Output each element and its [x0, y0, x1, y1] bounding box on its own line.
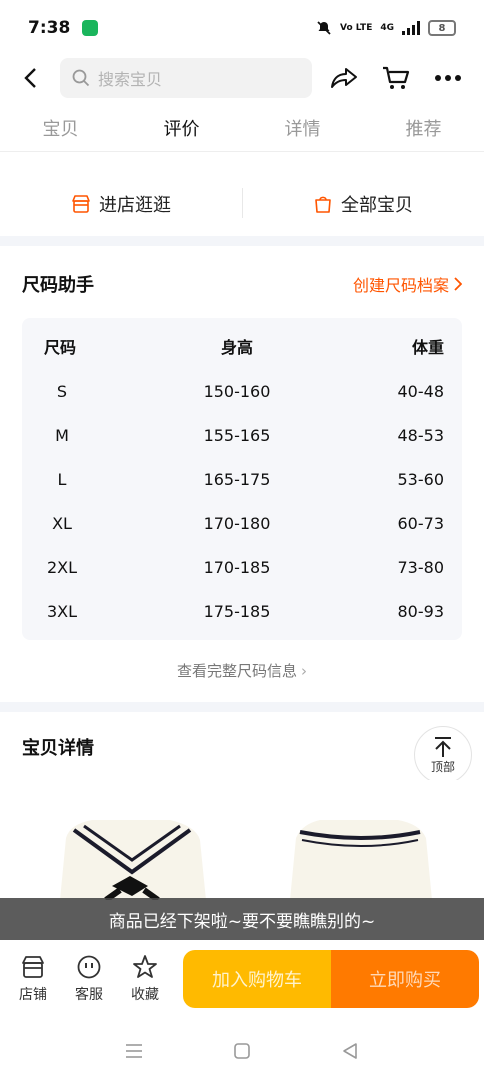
full-size-info-label: 查看完整尺码信息: [176, 662, 297, 680]
create-size-profile-label: 创建尺码档案: [352, 276, 449, 295]
cell-size: XL: [52, 514, 72, 533]
status-bar: 7:38 Vo LTE 4G 8: [0, 0, 484, 56]
search-icon: [72, 69, 90, 87]
network-label: 4G: [380, 23, 394, 33]
cell-height: 175-185: [203, 602, 271, 621]
cell-weight: 48-53: [397, 426, 445, 445]
cell-size: 2XL: [46, 558, 78, 577]
app-notification-icon: [82, 20, 99, 36]
cell-weight: 73-80: [397, 558, 445, 577]
cell-height: 155-165: [203, 426, 271, 445]
cell-size: L: [57, 470, 67, 489]
table-row: 3XL 175-185 80-93: [22, 590, 462, 634]
cell-weight: 80-93: [397, 602, 445, 621]
size-table: 尺码 身高 体重 S 150-160 40-48 M 155-165 48-53…: [22, 318, 462, 640]
battery-icon: 8: [428, 20, 456, 36]
table-row: XL 170-180 60-73: [22, 502, 462, 546]
status-time: 7:38: [28, 18, 71, 38]
full-size-info-link[interactable]: 查看完整尺码信息 ›: [0, 660, 484, 681]
favorite-button[interactable]: 收藏: [117, 954, 173, 1004]
table-row: M 155-165 48-53: [22, 414, 462, 458]
tab-bar: 宝贝 评价 详情 推荐: [0, 108, 484, 152]
menu-icon[interactable]: [125, 1043, 143, 1059]
cell-weight: 40-48: [397, 382, 445, 401]
battery-level: 8: [438, 22, 446, 34]
product-photo: [60, 820, 432, 900]
shopping-bag-icon: [315, 196, 331, 213]
tab-item[interactable]: 宝贝: [0, 108, 121, 151]
search-input[interactable]: 搜索宝贝: [60, 58, 312, 98]
cell-height: 170-180: [203, 514, 271, 533]
cell-size: M: [55, 426, 69, 445]
tab-recommend[interactable]: 推荐: [363, 108, 484, 151]
back-to-top-button[interactable]: 顶部: [414, 726, 472, 784]
visit-store-label: 进店逛逛: [99, 195, 171, 216]
store-icon: [22, 956, 44, 978]
chevron-right-icon: [454, 277, 462, 291]
cell-height: 170-185: [203, 558, 271, 577]
store-icon: [72, 195, 90, 213]
search-placeholder: 搜索宝贝: [98, 70, 163, 89]
back-arrow-icon: [24, 68, 36, 88]
cart-icon[interactable]: [382, 65, 410, 91]
cell-size: 3XL: [46, 602, 78, 621]
store-button[interactable]: 店铺: [5, 954, 61, 1004]
favorite-label: 收藏: [131, 987, 159, 1003]
cell-weight: 53-60: [397, 470, 445, 489]
customer-service-button[interactable]: 客服: [61, 954, 117, 1004]
all-items-label: 全部宝贝: [341, 195, 413, 216]
back-triangle-icon[interactable]: [341, 1042, 359, 1060]
arrow-up-icon: [435, 736, 451, 757]
buy-now-button[interactable]: 立即购买: [331, 950, 479, 1008]
toast-message: 商品已经下架啦~要不要瞧瞧别的~: [0, 898, 484, 940]
more-icon[interactable]: [434, 74, 462, 82]
section-divider: [0, 702, 484, 712]
cell-size: S: [56, 382, 68, 401]
cell-weight: 60-73: [397, 514, 445, 533]
cell-height: 150-160: [203, 382, 271, 401]
header-size: 尺码: [44, 338, 77, 357]
visit-store-button[interactable]: 进店逛逛: [0, 172, 242, 236]
table-row: 2XL 170-185 73-80: [22, 546, 462, 590]
top-bar: 搜索宝贝: [0, 56, 484, 100]
create-size-profile-link[interactable]: 创建尺码档案: [353, 272, 462, 296]
detail-title: 宝贝详情: [22, 738, 94, 759]
purchase-buttons: 加入购物车 立即购买: [183, 950, 479, 1008]
section-divider: [0, 236, 484, 246]
shop-row: 进店逛逛 全部宝贝: [0, 172, 484, 236]
share-icon[interactable]: [330, 66, 358, 90]
product-image: [0, 780, 484, 900]
status-indicators: Vo LTE 4G 8: [316, 20, 456, 36]
volte-label: Vo LTE: [340, 23, 373, 33]
header-height: 身高: [220, 338, 253, 357]
header-weight: 体重: [411, 338, 444, 357]
mute-bell-icon: [317, 21, 331, 35]
add-to-cart-button[interactable]: 加入购物车: [183, 950, 331, 1008]
size-table-header: 尺码 身高 体重: [22, 326, 462, 370]
table-row: S 150-160 40-48: [22, 370, 462, 414]
size-helper-header: 尺码助手 创建尺码档案: [22, 262, 462, 306]
size-helper-title: 尺码助手: [22, 275, 94, 296]
star-icon: [133, 955, 157, 978]
store-label: 店铺: [19, 987, 47, 1003]
tab-reviews[interactable]: 评价: [121, 108, 242, 151]
signal-icon: [402, 21, 420, 35]
bottom-action-bar: 店铺 客服 收藏 加入购物车 立即购买: [0, 940, 484, 1018]
tab-details[interactable]: 详情: [242, 108, 363, 151]
back-to-top-label: 顶部: [430, 759, 455, 774]
customer-service-label: 客服: [75, 987, 103, 1003]
back-button[interactable]: [0, 56, 60, 100]
system-nav-bar: [0, 1022, 484, 1080]
home-icon[interactable]: [233, 1042, 251, 1060]
all-items-button[interactable]: 全部宝贝: [242, 172, 484, 236]
chat-face-icon: [77, 955, 101, 979]
chevron-right-icon: ›: [301, 662, 307, 680]
table-row: L 165-175 53-60: [22, 458, 462, 502]
cell-height: 165-175: [203, 470, 271, 489]
